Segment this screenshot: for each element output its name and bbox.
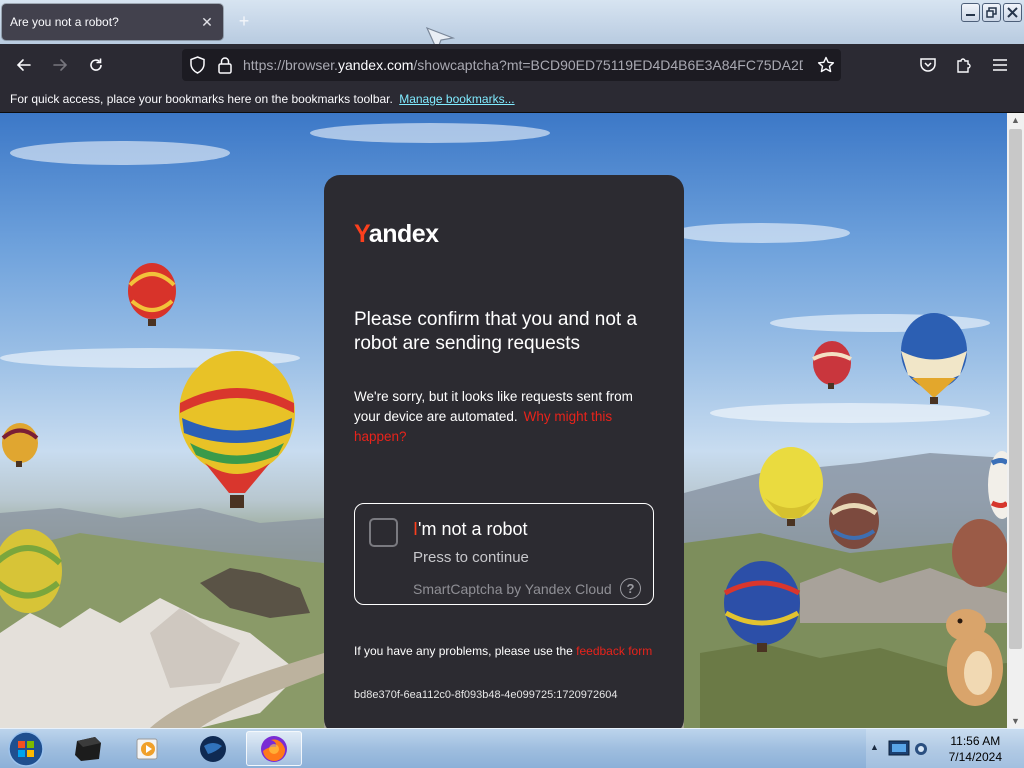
captcha-title: I'm not a robot: [413, 519, 528, 539]
captcha-card: Yandex Please confirm that you and not a…: [324, 175, 684, 728]
close-window-button[interactable]: [1003, 3, 1022, 22]
tab-close-icon[interactable]: ✕: [199, 14, 215, 30]
network-monitor-icon[interactable]: [888, 739, 910, 759]
minimize-button[interactable]: [961, 3, 980, 22]
taskbar-terminal[interactable]: [60, 731, 116, 766]
globe-icon: [200, 735, 226, 762]
captcha-brand: SmartCaptcha by Yandex Cloud: [413, 581, 612, 597]
navigation-toolbar: https://browser.yandex.com/showcaptcha?m…: [0, 44, 1024, 86]
scroll-down-icon[interactable]: ▼: [1007, 714, 1024, 728]
bookmarks-toolbar: For quick access, place your bookmarks h…: [0, 86, 1024, 113]
extensions-button[interactable]: [950, 51, 978, 79]
forward-arrow-icon: [53, 59, 68, 71]
page-scrollbar[interactable]: ▲ ▼: [1007, 113, 1024, 728]
url-domain: yandex.com: [337, 57, 414, 73]
start-button[interactable]: [6, 730, 46, 768]
smartcaptcha-widget[interactable]: I'm not a robot Press to continue SmartC…: [354, 503, 654, 605]
new-tab-button[interactable]: +: [234, 11, 254, 31]
system-tray: ▲ 11:56 AM 7/14/2024: [866, 729, 1024, 768]
close-icon: [1007, 7, 1018, 18]
lock-icon[interactable]: [217, 56, 233, 74]
media-player-icon: [136, 738, 158, 759]
feedback-form-link[interactable]: feedback form: [576, 644, 652, 658]
taskbar-browser-globe[interactable]: [185, 731, 241, 766]
url-suffix: /showcaptcha?mt=BCD90ED75119ED4D4B6E3A84…: [413, 57, 803, 73]
captcha-subtitle: Press to continue: [413, 549, 529, 566]
bookmark-star-icon[interactable]: [817, 56, 835, 74]
request-id: bd8e370f-6ea112c0-8f093b48-4e099725:1720…: [354, 689, 618, 701]
language-icon[interactable]: [914, 741, 928, 757]
page-viewport: Yandex Please confirm that you and not a…: [0, 113, 1007, 728]
windows-orb-icon: [8, 731, 44, 767]
pocket-button[interactable]: [914, 51, 942, 79]
tray-expand-icon[interactable]: ▲: [870, 742, 879, 752]
description-text: We're sorry, but it looks like requests …: [354, 389, 633, 444]
help-icon[interactable]: ?: [620, 578, 641, 599]
reload-icon: [90, 58, 102, 71]
window-controls: [961, 3, 1022, 22]
taskbar-media-player[interactable]: [120, 731, 176, 766]
shield-icon[interactable]: [189, 56, 206, 74]
taskbar: ▲ 11:56 AM 7/14/2024: [0, 728, 1024, 768]
back-button[interactable]: [10, 51, 38, 79]
tab-strip: Are you not a robot? ✕ +: [0, 0, 1024, 52]
reload-button[interactable]: [82, 51, 110, 79]
not-a-robot-checkbox[interactable]: [369, 518, 398, 547]
minimize-icon: [966, 14, 975, 16]
clock-date: 7/14/2024: [948, 750, 1002, 764]
hamburger-menu-icon: [993, 59, 1007, 71]
terminal-icon: [75, 736, 101, 761]
puzzle-piece-icon: [957, 58, 971, 73]
manage-bookmarks-link[interactable]: Manage bookmarks...: [399, 92, 514, 106]
pocket-icon: [920, 58, 936, 72]
yandex-logo: Yandex: [354, 220, 439, 248]
bookmarks-hint: For quick access, place your bookmarks h…: [10, 92, 393, 106]
page-title: Please confirm that you and not a robot …: [354, 309, 638, 354]
browser-tab[interactable]: Are you not a robot? ✕: [2, 4, 223, 40]
restore-button[interactable]: [982, 3, 1001, 22]
menu-button[interactable]: [986, 51, 1014, 79]
back-arrow-icon: [16, 59, 31, 71]
scrollbar-thumb[interactable]: [1009, 129, 1022, 649]
clock-time: 11:56 AM: [950, 734, 1001, 748]
clock[interactable]: 11:56 AM 7/14/2024: [949, 733, 1002, 765]
tab-title: Are you not a robot?: [10, 15, 119, 29]
scroll-up-icon[interactable]: ▲: [1007, 113, 1024, 127]
balloon: [128, 263, 176, 326]
address-bar[interactable]: https://browser.yandex.com/showcaptcha?m…: [182, 49, 841, 81]
url-text[interactable]: https://browser.yandex.com/showcaptcha?m…: [243, 57, 803, 73]
firefox-icon: [261, 735, 287, 762]
restore-icon: [986, 7, 997, 18]
problems-text: If you have any problems, please use the…: [354, 644, 653, 658]
taskbar-firefox[interactable]: [246, 731, 302, 766]
url-prefix: https://browser.: [243, 57, 338, 73]
forward-button[interactable]: [46, 51, 74, 79]
